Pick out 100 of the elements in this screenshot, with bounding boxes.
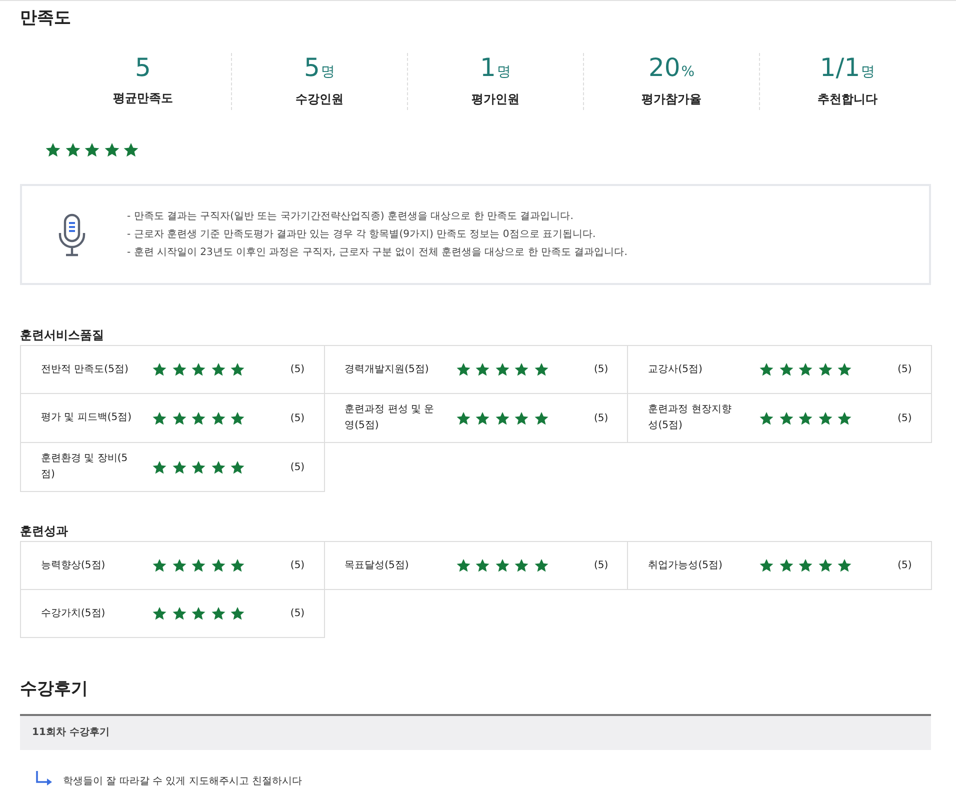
star-icon [210,460,226,474]
rating-label: 수강가치(5점) [41,606,106,620]
star-icon [778,558,794,573]
rating-label: 경력개발지원(5점) [344,362,430,376]
star-icon [172,606,186,621]
star-icon [152,410,167,426]
rating-label: 전반적 만족도(5점) [41,362,130,376]
star-icon [514,558,530,573]
rating-label: 훈련과정 편성 및 운영(5점) [344,403,436,433]
star-icon [818,558,833,573]
star-icon [172,362,186,377]
star-icon [152,606,167,621]
star-icon [104,142,120,158]
star-icon [514,362,530,377]
star-icon [475,410,490,426]
star-icon [534,410,549,426]
section-title: 훈련성과 [20,523,69,539]
star-icon [494,362,510,377]
star-icon [837,558,852,573]
star-icon [210,410,226,426]
star-icon [798,558,814,573]
star-icon [172,558,186,573]
star-icon [230,362,245,377]
star-icon [191,460,206,474]
star-icon [210,558,226,573]
star-icon [152,558,167,573]
star-icon [456,558,471,573]
star-icon [456,410,471,426]
star-icon [230,460,245,474]
star-icon [191,558,206,573]
stat-label: 평가인원 [470,91,520,108]
stat-label: 평균만족도 [112,90,174,107]
star-icon [210,606,226,621]
section-title: 훈련서비스품질 [20,327,105,343]
star-icon [534,558,549,573]
star-icon [798,362,814,377]
stat-label: 추천합니다 [816,91,878,108]
stat-value: 1 명 [480,53,511,84]
star-icon [778,410,794,426]
microphone-icon [57,212,87,256]
section-title: 만족도 [20,7,72,29]
rating-score: (5) [594,412,608,424]
rating-score: (5) [898,412,912,424]
stat-value: 20% [648,53,695,84]
rating-label: 교강사(5점) [648,362,704,376]
star-icon [64,142,80,158]
rating-score: (5) [290,412,305,424]
stat-value: 5 [135,53,151,84]
star-icon [475,558,490,573]
star-icon [818,362,833,377]
star-icon [84,142,100,158]
stat-label: 수강인원 [294,91,344,108]
star-icon [230,558,245,573]
star-icon [837,362,852,377]
star-icon [230,410,245,426]
review-text: 학생들이 잘 따라갈 수 있게 지도해주시고 친절하시다 [63,775,302,788]
rating-score: (5) [594,560,608,571]
section-title: 수강후기 [20,678,89,700]
rating-label: 목표달성(5점) [344,558,410,572]
star-icon [759,558,774,573]
star-icon [172,410,186,426]
star-icon [837,410,852,426]
star-icon [534,362,549,377]
notice-text: - 훈련 시작일이 23년도 이후인 과정은 구직자, 근로자 구분 없이 전체 훈련생을 대상으로 한 만족도 결과입니다. [127,246,628,260]
stat-value: 1/1 명 [820,53,876,84]
star-icon [45,142,61,158]
rating-label: 능력향상(5점) [41,558,106,572]
star-icon [494,410,510,426]
notice-text: - 근로자 훈련생 기준 만족도평가 결과만 있는 경우 각 항목별(9가지) 만족도 정보는 0점으로 표기됩니다. [127,228,597,242]
star-icon [191,362,206,377]
rating-label: 평가 및 피드백(5점) [41,411,132,425]
star-icon [456,362,471,377]
star-icon [152,362,167,377]
star-icon [123,142,139,158]
star-icon [759,362,774,377]
star-icon [778,362,794,377]
star-icon [514,410,530,426]
rating-label: 취업가능성(5점) [648,558,724,572]
rating-score: (5) [290,364,305,375]
star-icon [494,558,510,573]
star-icon [191,606,206,621]
star-icon [759,410,774,426]
rating-score: (5) [290,560,305,571]
stat-label: 평가참가율 [640,91,702,108]
review-header: 11회차 수강후기 [20,714,931,750]
rating-label: 훈련환경 및 장비(5점) [41,452,129,482]
notice-text: - 만족도 결과는 구직자(일반 또는 국가기간전략산업직종) 훈련생을 대상으로 한 만족도 결과입니다. [127,210,574,224]
stat-value: 5 명 [304,53,335,84]
reply-arrow-icon [35,770,53,786]
rating-label: 훈련과정 현장지향성(5점) [648,403,732,433]
star-icon [818,410,833,426]
rating-score: (5) [290,462,305,472]
star-icon [230,606,245,621]
rating-score: (5) [290,608,305,619]
rating-score: (5) [594,364,608,375]
star-icon [798,410,814,426]
star-icon [152,460,167,474]
star-icon [210,362,226,377]
star-icon [475,362,490,377]
rating-score: (5) [898,560,912,571]
